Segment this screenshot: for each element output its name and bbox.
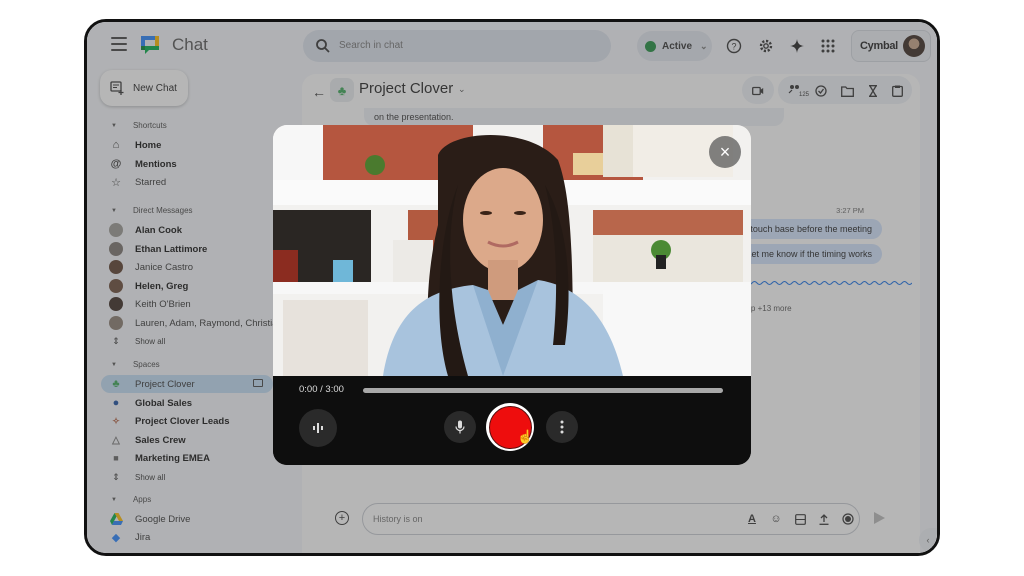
microphone-icon (455, 420, 465, 434)
microphone-button[interactable] (444, 411, 476, 443)
hand-cursor-icon: ☝ (517, 429, 534, 444)
more-options-button[interactable] (546, 411, 578, 443)
recorder-controls: 0:00 / 3:00 ☝ (273, 376, 751, 465)
more-vert-icon (560, 420, 564, 434)
recording-progress-bar[interactable] (363, 388, 723, 393)
camera-feed-image (273, 125, 751, 376)
camera-preview: × (273, 125, 751, 376)
close-button[interactable]: × (709, 136, 741, 168)
waveform-icon (313, 423, 323, 433)
video-recorder-dialog: × 0:00 / 3:00 ☝ (273, 125, 751, 465)
recording-timecode: 0:00 / 3:00 (299, 384, 344, 395)
audio-effects-button[interactable] (299, 409, 337, 447)
